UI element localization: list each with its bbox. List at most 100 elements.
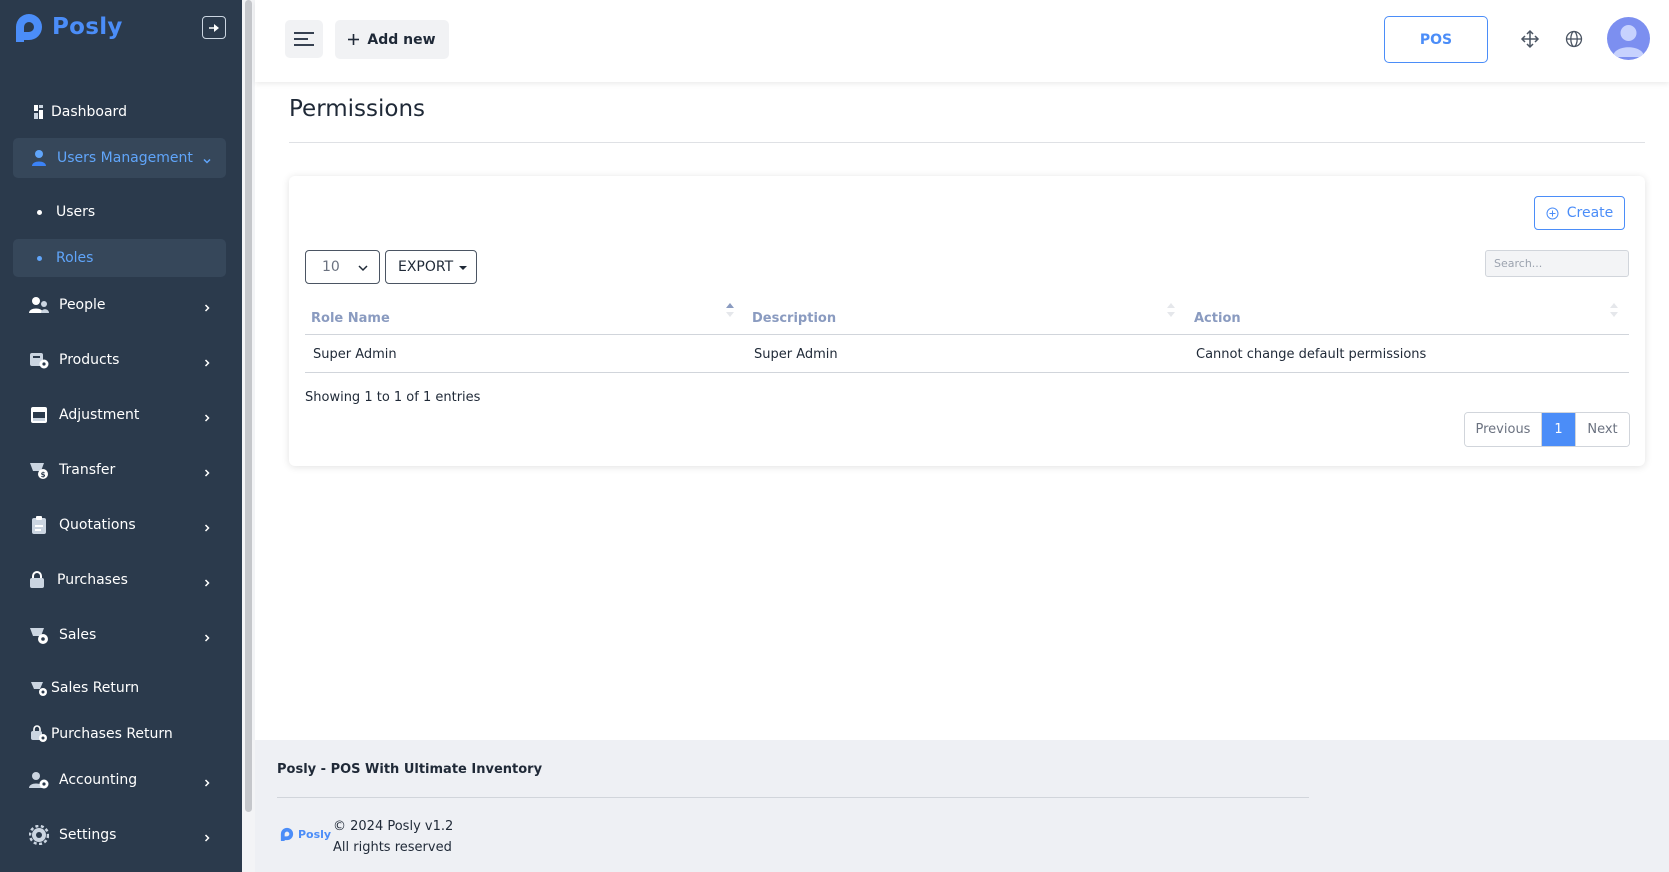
svg-text:$: $: [41, 471, 46, 479]
footer-copyright: © 2024 Posly v1.2 All rights reserved: [333, 816, 453, 858]
pagination-page-1[interactable]: 1: [1542, 413, 1575, 446]
sidebar-item-users-management[interactable]: Users Management: [13, 138, 226, 178]
cell-action: Cannot change default permissions: [1196, 346, 1427, 362]
sidebar: Posly Dashboard Users Management Users R…: [0, 0, 242, 872]
per-page-select[interactable]: 10: [305, 250, 380, 284]
plus-icon: [348, 34, 360, 45]
footer-logo: Posly: [279, 826, 331, 842]
globe-icon: [1565, 30, 1583, 48]
sidebar-item-adjustment[interactable]: Adjustment: [13, 395, 226, 435]
menu-toggle-button[interactable]: [285, 20, 323, 58]
people-icon: [29, 296, 49, 314]
search-input[interactable]: [1485, 250, 1629, 277]
settings-icon: [29, 825, 49, 845]
sidebar-subitem-roles[interactable]: Roles: [13, 239, 226, 277]
plus-circle-icon: [1546, 207, 1559, 219]
sidebar-item-label: Settings: [59, 827, 117, 843]
sidebar-scrollbar[interactable]: [242, 0, 255, 872]
sidebar-item-dashboard[interactable]: Dashboard: [13, 92, 226, 132]
export-dropdown[interactable]: EXPORT: [385, 250, 477, 284]
language-button[interactable]: [1563, 28, 1585, 50]
sidebar-item-label: Products: [59, 352, 120, 368]
purchases-return-icon: [29, 725, 49, 743]
sidebar-item-people[interactable]: People: [13, 285, 226, 325]
scrollbar-thumb[interactable]: [245, 0, 252, 812]
add-new-button[interactable]: Add new: [335, 20, 449, 59]
pos-button[interactable]: POS: [1384, 16, 1488, 63]
collapse-icon: [209, 23, 219, 32]
pagination-next[interactable]: Next: [1575, 413, 1629, 446]
sidebar-item-sales-return[interactable]: Sales Return: [13, 668, 226, 708]
caret-down-icon: [459, 266, 467, 270]
fullscreen-button[interactable]: [1519, 28, 1541, 50]
transfer-icon: $: [29, 460, 49, 480]
per-page-value: 10: [322, 259, 340, 275]
sidebar-collapse-button[interactable]: [202, 16, 226, 39]
sort-both-icon[interactable]: [1166, 302, 1176, 322]
column-header-role-name[interactable]: Role Name: [311, 303, 390, 333]
table-header-divider: [305, 334, 1629, 335]
sidebar-item-label: Accounting: [59, 772, 138, 788]
sidebar-item-accounting[interactable]: Accounting: [13, 760, 226, 800]
sidebar-subitem-users[interactable]: Users: [13, 193, 226, 231]
sidebar-item-transfer[interactable]: $ Transfer: [13, 450, 226, 490]
hamburger-icon: [294, 32, 314, 46]
chevron-right-icon: [202, 828, 212, 847]
sidebar-item-label: Sales Return: [51, 680, 140, 696]
sidebar-item-quotations[interactable]: Quotations: [13, 505, 226, 545]
entries-info: Showing 1 to 1 of 1 entries: [305, 390, 481, 405]
sidebar-item-label: Users Management: [57, 150, 193, 166]
move-arrows-icon: [1520, 29, 1540, 49]
footer-title: Posly - POS With Ultimate Inventory: [277, 762, 543, 777]
sidebar-item-label: Dashboard: [51, 104, 127, 120]
bullet-icon: [37, 209, 42, 215]
sidebar-item-label: Purchases: [57, 572, 128, 588]
sidebar-item-label: Sales: [59, 627, 97, 643]
create-button[interactable]: Create: [1534, 196, 1625, 230]
sort-both-icon[interactable]: [1609, 302, 1619, 322]
chevron-right-icon: [202, 773, 212, 792]
bullet-icon: [37, 255, 42, 261]
sidebar-item-purchases-return[interactable]: Purchases Return: [13, 714, 226, 754]
sidebar-item-settings[interactable]: Settings: [13, 815, 226, 855]
column-header-description[interactable]: Description: [752, 303, 836, 333]
quotations-icon: [29, 515, 49, 535]
copyright-text: © 2024 Posly v1.2: [333, 819, 454, 834]
create-label: Create: [1566, 205, 1614, 221]
footer-logo-text: Posly: [298, 827, 332, 841]
top-bar: Add new POS: [255, 0, 1669, 82]
sidebar-item-purchases[interactable]: Purchases: [13, 560, 226, 600]
chevron-down-icon: [202, 151, 212, 170]
add-new-label: Add new: [367, 31, 436, 48]
chevron-right-icon: [202, 518, 212, 537]
sidebar-item-label: Purchases Return: [51, 726, 173, 742]
posly-logo-icon: [280, 827, 294, 842]
roles-card: Create 10 EXPORT Role Name Description A…: [289, 176, 1645, 466]
avatar[interactable]: [1607, 17, 1650, 60]
adjustment-icon: [29, 406, 49, 424]
column-header-action[interactable]: Action: [1194, 303, 1241, 333]
export-label: EXPORT: [398, 259, 454, 275]
sales-icon: [29, 625, 49, 645]
user-icon: [29, 149, 49, 167]
sidebar-item-sales[interactable]: Sales: [13, 615, 226, 655]
chevron-down-icon: [357, 262, 369, 278]
chevron-right-icon: [202, 353, 212, 372]
cell-role-name: Super Admin: [313, 346, 397, 362]
logo[interactable]: Posly: [12, 10, 123, 44]
sidebar-subitem-label: Roles: [56, 250, 94, 266]
pagination-previous[interactable]: Previous: [1465, 413, 1542, 446]
sales-return-icon: [29, 679, 49, 697]
chevron-right-icon: [202, 408, 212, 427]
products-icon: [29, 351, 49, 369]
sidebar-item-label: Transfer: [59, 462, 116, 478]
sort-asc-icon[interactable]: [725, 302, 735, 322]
sidebar-item-products[interactable]: Products: [13, 340, 226, 380]
pagination: Previous 1 Next: [1464, 412, 1630, 447]
posly-logo-icon: [16, 14, 42, 42]
sidebar-item-label: Adjustment: [59, 407, 140, 423]
sidebar-subitem-label: Users: [56, 204, 96, 220]
user-avatar-icon: [1613, 25, 1644, 57]
chevron-right-icon: [202, 628, 212, 647]
sidebar-item-label: People: [59, 297, 106, 313]
